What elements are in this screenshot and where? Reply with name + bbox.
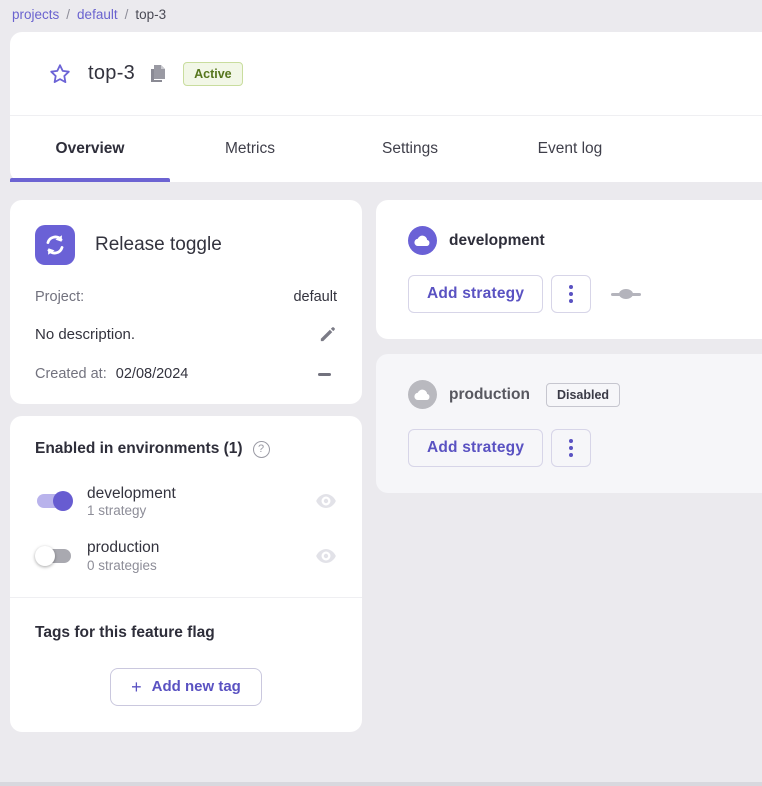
env-strategy-count: 0 strategies	[87, 558, 159, 573]
flag-type-label: Release toggle	[95, 234, 222, 256]
breadcrumb: projects / default / top-3	[0, 0, 762, 22]
help-icon[interactable]: ?	[253, 441, 270, 458]
environment-menu-button[interactable]	[551, 275, 591, 313]
tab-event-log[interactable]: Event log	[490, 116, 650, 182]
envcard-actions: Add strategy	[408, 429, 738, 467]
environment-name: development	[449, 232, 545, 250]
env-texts: production 0 strategies	[87, 538, 159, 572]
eye-icon	[315, 548, 337, 564]
description-text: No description.	[35, 326, 135, 343]
kebab-icon	[569, 439, 573, 443]
feature-header-card: top-3 Active Overview Metrics Settings E…	[10, 32, 762, 182]
toggle-knob	[35, 546, 55, 566]
disabled-badge: Disabled	[546, 383, 620, 407]
environment-card-development: development Add strategy	[376, 200, 762, 339]
pencil-icon	[318, 325, 337, 344]
release-toggle-icon	[35, 225, 75, 265]
tab-bar: Overview Metrics Settings Event log	[10, 116, 762, 182]
environments-summary-card: Enabled in environments (1) ? developmen…	[10, 416, 362, 732]
show-details-button[interactable]	[315, 548, 337, 564]
favorite-star-button[interactable]	[48, 62, 72, 86]
add-strategy-button[interactable]: Add strategy	[408, 429, 543, 467]
production-toggle[interactable]	[35, 545, 73, 567]
project-row: Project: default	[35, 289, 337, 305]
project-label: Project:	[35, 289, 84, 305]
tab-overview[interactable]: Overview	[10, 116, 170, 182]
plus-icon: +	[131, 678, 142, 696]
env-name: production	[87, 538, 159, 557]
environment-menu-button[interactable]	[551, 429, 591, 467]
show-details-button[interactable]	[315, 493, 337, 509]
environment-card-production: production Disabled Add strategy	[376, 354, 762, 493]
description-row: No description.	[35, 325, 337, 344]
environment-cloud-icon	[408, 380, 437, 409]
env-row-development: development 1 strategy	[35, 484, 337, 518]
kebab-icon	[569, 285, 573, 289]
created-at: Created at: 02/08/2024	[35, 366, 188, 382]
breadcrumb-separator: /	[125, 7, 129, 22]
environments-title-row: Enabled in environments (1) ?	[35, 440, 337, 458]
breadcrumb-separator: /	[66, 7, 70, 22]
created-value: 02/08/2024	[116, 366, 189, 382]
environment-name: production	[449, 386, 530, 404]
tags-title: Tags for this feature flag	[35, 624, 337, 642]
development-toggle[interactable]	[35, 490, 73, 512]
environments-title: Enabled in environments (1)	[35, 440, 243, 458]
tab-settings[interactable]: Settings	[330, 116, 490, 182]
page-title: top-3	[88, 62, 135, 85]
project-value: default	[293, 289, 337, 305]
toggle-knob	[53, 491, 73, 511]
env-row-production: production 0 strategies	[35, 538, 337, 572]
eye-icon	[315, 493, 337, 509]
breadcrumb-default-link[interactable]: default	[77, 7, 118, 22]
add-new-tag-label: Add new tag	[152, 678, 241, 695]
envcard-header: production Disabled	[408, 380, 738, 409]
tab-metrics[interactable]: Metrics	[170, 116, 330, 182]
status-badge: Active	[183, 62, 243, 86]
bottom-edge-strip	[0, 782, 762, 786]
tags-button-wrap: + Add new tag	[35, 668, 337, 706]
add-new-tag-button[interactable]: + Add new tag	[110, 668, 262, 706]
feature-details-card: Release toggle Project: default No descr…	[10, 200, 362, 404]
oval-handle-icon	[611, 289, 641, 299]
main-content: Release toggle Project: default No descr…	[10, 200, 762, 732]
edit-description-button[interactable]	[318, 325, 337, 344]
created-label: Created at:	[35, 366, 107, 382]
environment-cloud-icon	[408, 226, 437, 255]
env-strategy-count: 1 strategy	[87, 503, 176, 518]
collapse-indicator-icon	[318, 373, 331, 376]
flag-type-row: Release toggle	[35, 225, 337, 265]
add-strategy-button[interactable]: Add strategy	[408, 275, 543, 313]
right-column: development Add strategy prod	[376, 200, 762, 493]
envcard-actions: Add strategy	[408, 275, 738, 313]
env-name: development	[87, 484, 176, 503]
star-icon	[48, 62, 72, 86]
env-texts: development 1 strategy	[87, 484, 176, 518]
copy-name-button[interactable]	[149, 64, 167, 84]
copy-icon	[149, 64, 167, 84]
breadcrumb-current: top-3	[135, 7, 166, 22]
created-row: Created at: 02/08/2024	[35, 366, 337, 382]
title-row: top-3 Active	[10, 32, 762, 115]
tags-divider	[10, 597, 362, 598]
left-column: Release toggle Project: default No descr…	[10, 200, 362, 732]
envcard-header: development	[408, 226, 738, 255]
breadcrumb-projects-link[interactable]: projects	[12, 7, 59, 22]
